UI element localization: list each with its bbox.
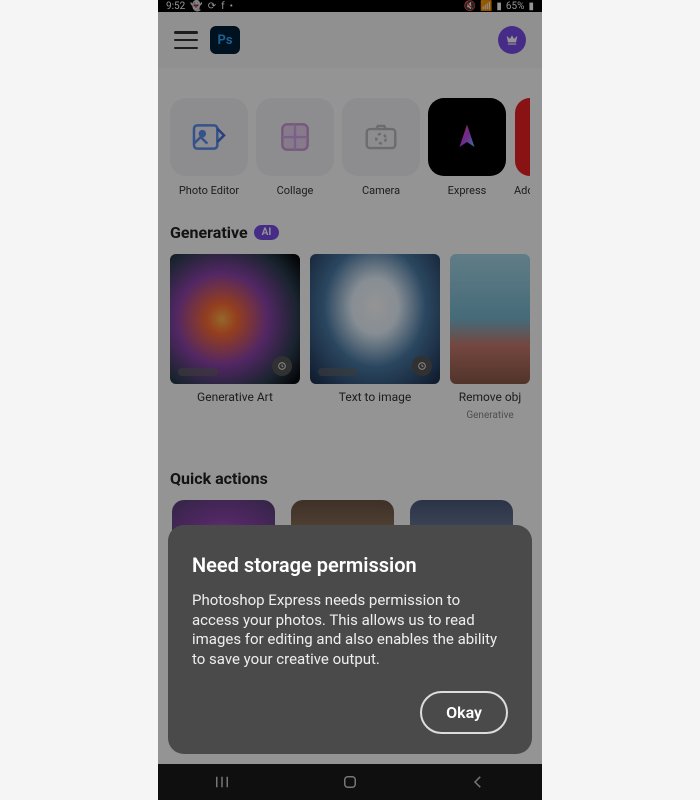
dialog-body: Photoshop Express needs permission to ac…: [192, 591, 508, 669]
okay-button[interactable]: Okay: [420, 691, 508, 734]
phone-frame: 9:52 👻 ⟳ f • 🔇 📶 ▮ 65% ▮ Ps: [158, 0, 542, 800]
permission-dialog: Need storage permission Photoshop Expres…: [168, 525, 532, 754]
dialog-actions: Okay: [192, 691, 508, 734]
dialog-title: Need storage permission: [192, 553, 508, 577]
